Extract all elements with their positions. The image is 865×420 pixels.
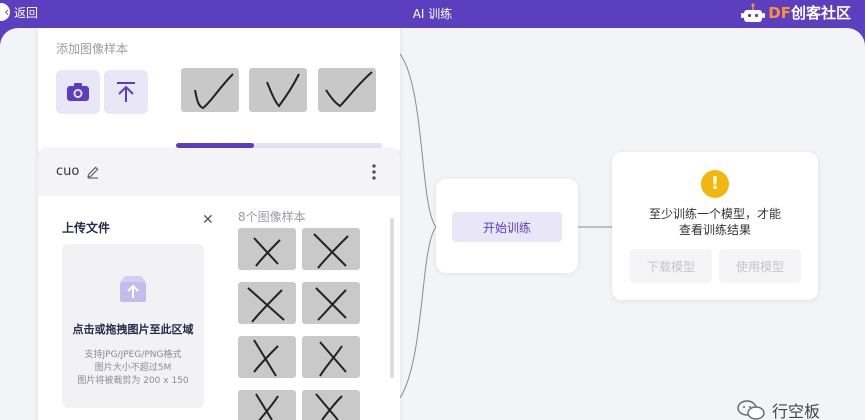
class-card-1: 添加图像样本	[38, 28, 400, 158]
upload-dropzone[interactable]: 点击或拖拽图片至此区域 支持JPG/JPEG/PNG格式 图片大小不超过5M 图…	[62, 244, 204, 408]
upload-panel-title: 上传文件	[62, 221, 111, 235]
class-name[interactable]: cuo	[56, 164, 79, 179]
start-training-button[interactable]: 开始训练	[452, 212, 562, 242]
webcam-button[interactable]	[56, 70, 100, 114]
page-title: AI 训练	[412, 7, 453, 21]
workspace-canvas: 添加图像样本 cuo 上传文件 ✕ 点击或拖拽图片至此区域 支持JPG/JPEG…	[0, 28, 865, 420]
sample-thumbnail[interactable]	[302, 336, 360, 378]
add-samples-hint: 添加图像样本	[56, 42, 129, 56]
sample-thumbnail[interactable]	[302, 282, 360, 324]
brand-text: DF创客社区	[768, 4, 851, 22]
dropzone-crop-hint: 图片将被裁剪为 200 x 150	[77, 376, 189, 386]
sample-thumbnail[interactable]	[249, 68, 307, 112]
dropzone-size-hint: 图片大小不超过5M	[94, 363, 172, 373]
top-bar: ‹ 返回 AI 训练 DF创客社区	[0, 0, 865, 24]
dropzone-main-text: 点击或拖拽图片至此区域	[72, 323, 194, 336]
preview-warning-text: 至少训练一个模型，才能 查看训练结果	[648, 207, 781, 237]
brand-logo: DF创客社区	[740, 2, 851, 23]
upload-button[interactable]	[104, 70, 148, 114]
upload-arrow-icon	[117, 82, 135, 102]
sample-thumbnail[interactable]	[302, 228, 360, 270]
camera-icon	[67, 83, 89, 101]
training-card: 开始训练	[436, 179, 578, 273]
pencil-edit-icon[interactable]	[86, 165, 100, 179]
sample-grid	[238, 228, 362, 420]
sample-thumbnail[interactable]	[238, 336, 296, 378]
class-card-2: cuo 上传文件 ✕ 点击或拖拽图片至此区域 支持JPG/JPEG/PNG格式	[38, 148, 400, 420]
dropzone-format-hint: 支持JPG/JPEG/PNG格式	[84, 350, 182, 360]
watermark-text: 行空板	[772, 402, 821, 420]
preview-card: ! 至少训练一个模型，才能 查看训练结果 下载模型 使用模型	[612, 152, 818, 300]
upload-box-icon	[120, 276, 146, 302]
download-model-button[interactable]: 下载模型	[630, 249, 712, 283]
warning-icon: !	[701, 170, 729, 198]
class-card-header: cuo	[38, 148, 400, 196]
sample-count-label: 8个图像样本	[238, 210, 306, 224]
use-model-button[interactable]: 使用模型	[719, 249, 801, 283]
watermark: 行空板	[736, 398, 820, 420]
sample-thumbnail[interactable]	[302, 390, 360, 420]
robot-logo-icon	[741, 2, 766, 22]
sample-thumbnail[interactable]	[238, 390, 296, 420]
sample-thumbnail[interactable]	[238, 282, 296, 324]
sample-thumbnail[interactable]	[238, 228, 296, 270]
chat-bubbles-icon	[737, 400, 765, 420]
sample-thumbnail[interactable]	[181, 68, 239, 112]
more-vertical-icon[interactable]	[368, 162, 380, 182]
sample-thumbnail[interactable]	[318, 68, 376, 112]
sample-grid-scrollbar[interactable]	[390, 218, 394, 378]
close-icon[interactable]: ✕	[202, 212, 214, 228]
